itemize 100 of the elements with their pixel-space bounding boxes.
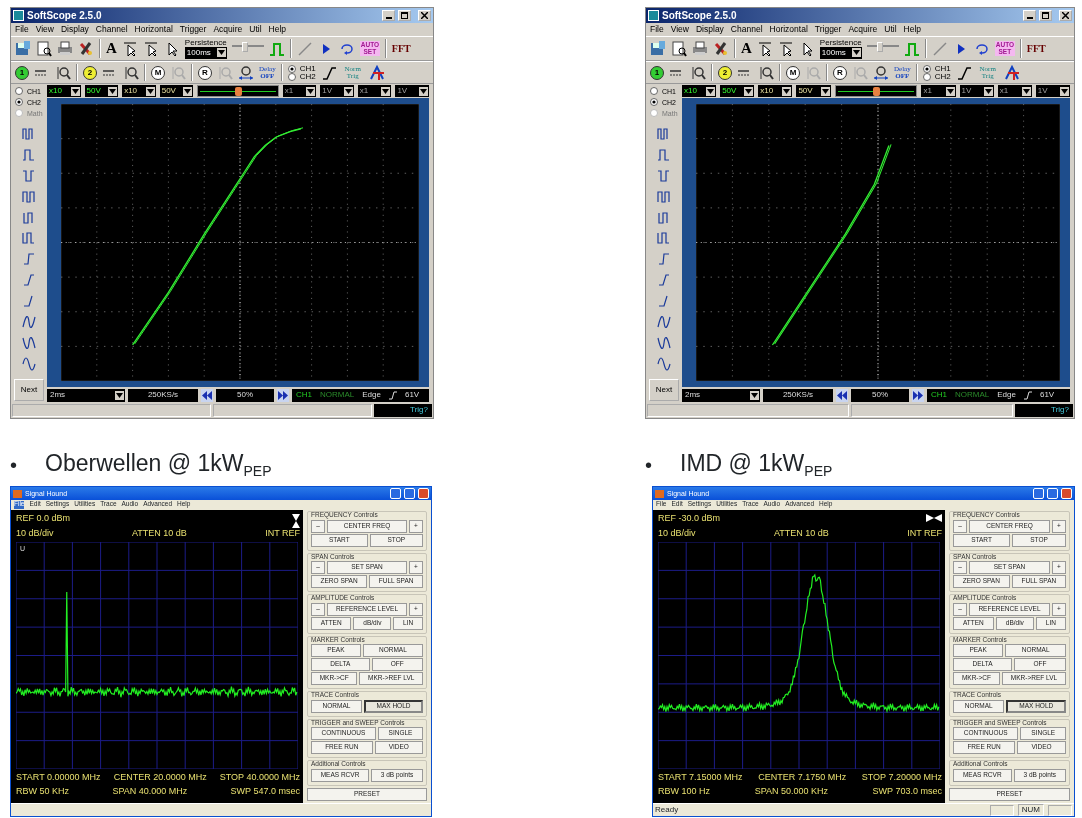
slider-thumb[interactable] [876, 41, 883, 52]
waveform-icon[interactable] [657, 167, 671, 183]
dropdown[interactable]: x10 [47, 85, 81, 97]
waveform-icon[interactable] [657, 335, 671, 350]
menu-item[interactable]: File [15, 25, 29, 34]
slider-thumb[interactable] [241, 41, 248, 52]
persistence-dropdown[interactable]: 100ms [184, 46, 227, 59]
waveform-icon[interactable] [22, 314, 36, 330]
persistence-slider[interactable] [231, 44, 264, 53]
waveform-icon[interactable] [657, 146, 671, 162]
waveform-icon[interactable] [22, 167, 36, 183]
cursor-icon[interactable] [777, 40, 794, 57]
dropdown[interactable]: 1V [320, 85, 354, 97]
menu-item[interactable]: Acquire [848, 25, 878, 34]
minimize-button[interactable] [382, 10, 395, 21]
menu-item[interactable]: View [670, 25, 689, 34]
waveform-icon[interactable] [22, 355, 36, 371]
waveform-icon[interactable] [22, 230, 36, 246]
source-button[interactable]: M [786, 65, 800, 80]
text-tool[interactable]: A [106, 41, 117, 56]
radio-button[interactable] [650, 87, 658, 95]
waveform-icon[interactable] [22, 251, 36, 267]
trigger-icon[interactable] [368, 64, 385, 81]
close-button[interactable] [1059, 10, 1072, 21]
cursor-icon[interactable] [756, 40, 773, 57]
slope-icon[interactable] [955, 64, 972, 81]
zoom-icon[interactable] [758, 64, 774, 81]
tools-icon[interactable] [713, 40, 729, 57]
dropdown[interactable]: x10 [682, 85, 717, 97]
dropdown[interactable]: 1V [1035, 85, 1070, 97]
dropdown[interactable]: x10 [758, 85, 793, 97]
dropdown[interactable]: x10 [122, 85, 156, 97]
persistence-slider[interactable] [866, 44, 899, 53]
source-button[interactable]: R [833, 65, 847, 80]
menu-item[interactable]: Util [884, 25, 897, 34]
minimize-button[interactable] [1023, 10, 1036, 21]
source-button[interactable]: R [198, 65, 212, 80]
source-button[interactable]: M [151, 65, 165, 80]
timebase-dropdown[interactable]: 2ms [47, 388, 125, 402]
menu-item[interactable]: View [35, 25, 54, 34]
trigger-slider[interactable] [834, 85, 918, 97]
waveform-icon[interactable] [657, 314, 671, 330]
slider-thumb[interactable] [235, 87, 242, 96]
text-tool[interactable]: A [741, 41, 752, 56]
tools-icon[interactable] [78, 40, 94, 57]
maximize-button[interactable] [398, 10, 411, 21]
waveform-icon[interactable] [22, 125, 36, 141]
fft-button[interactable]: FFT [391, 43, 411, 54]
menu-item[interactable]: Display [696, 25, 724, 34]
dropdown[interactable]: x1 [357, 85, 392, 97]
save-icon[interactable] [650, 40, 666, 57]
waveform-icon[interactable] [657, 188, 671, 204]
radio-button[interactable] [922, 64, 931, 73]
slider-thumb[interactable] [872, 87, 880, 96]
dropdown[interactable]: x1 [921, 85, 956, 97]
radio-button[interactable] [922, 72, 931, 81]
menu-item[interactable]: Help [903, 25, 921, 34]
maximize-button[interactable] [1039, 10, 1052, 21]
timebase-dropdown[interactable]: 2ms [682, 388, 760, 402]
persistence-dropdown[interactable]: 100ms [819, 46, 862, 59]
menu-item[interactable]: Channel [730, 25, 763, 34]
menu-item[interactable]: File [650, 25, 664, 34]
dropdown[interactable]: 50V [159, 85, 194, 97]
dropdown[interactable]: 50V [84, 85, 119, 97]
printer-icon[interactable] [692, 40, 708, 57]
menu-item[interactable]: Display [61, 25, 89, 34]
radio-button[interactable] [287, 72, 296, 81]
waveform-icon[interactable] [657, 125, 671, 141]
source-button[interactable]: 2 [718, 65, 732, 80]
right-arrow-icon[interactable] [277, 388, 289, 402]
fft-button[interactable]: FFT [1026, 43, 1046, 54]
zoom-icon[interactable] [123, 64, 139, 81]
menu-item[interactable]: Channel [95, 25, 128, 34]
radio-button[interactable] [15, 87, 23, 95]
zoom-icon[interactable] [55, 64, 71, 81]
waveform-icon[interactable] [657, 355, 671, 371]
trigger-icon[interactable] [1003, 64, 1020, 81]
menu-item[interactable]: Util [249, 25, 262, 34]
waveform-icon[interactable] [22, 335, 36, 350]
waveform-icon[interactable] [22, 272, 36, 288]
cursor-icon[interactable] [142, 40, 159, 57]
waveform-icon[interactable] [657, 230, 671, 246]
waveform-icon[interactable] [657, 251, 671, 267]
right-arrow-icon[interactable] [912, 388, 924, 402]
menu-item[interactable]: Horizontal [134, 25, 173, 34]
horizontal-zoom-icon[interactable] [873, 64, 889, 81]
menu-item[interactable]: Acquire [213, 25, 243, 34]
radio-button[interactable] [15, 98, 23, 106]
source-button[interactable]: 2 [83, 65, 97, 80]
menu-item[interactable]: Help [268, 25, 286, 34]
print-preview-icon[interactable] [36, 40, 52, 57]
menu-item[interactable]: Trigger [179, 25, 207, 34]
dropdown[interactable]: x1 [282, 85, 317, 97]
next-button[interactable]: Next [14, 379, 44, 401]
dropdown[interactable]: 1V [395, 85, 429, 97]
radio-button[interactable] [287, 64, 296, 73]
waveform-icon[interactable] [22, 209, 36, 225]
cursor-icon[interactable] [121, 40, 138, 57]
dropdown[interactable]: x1 [997, 85, 1032, 97]
next-button[interactable]: Next [649, 379, 679, 401]
